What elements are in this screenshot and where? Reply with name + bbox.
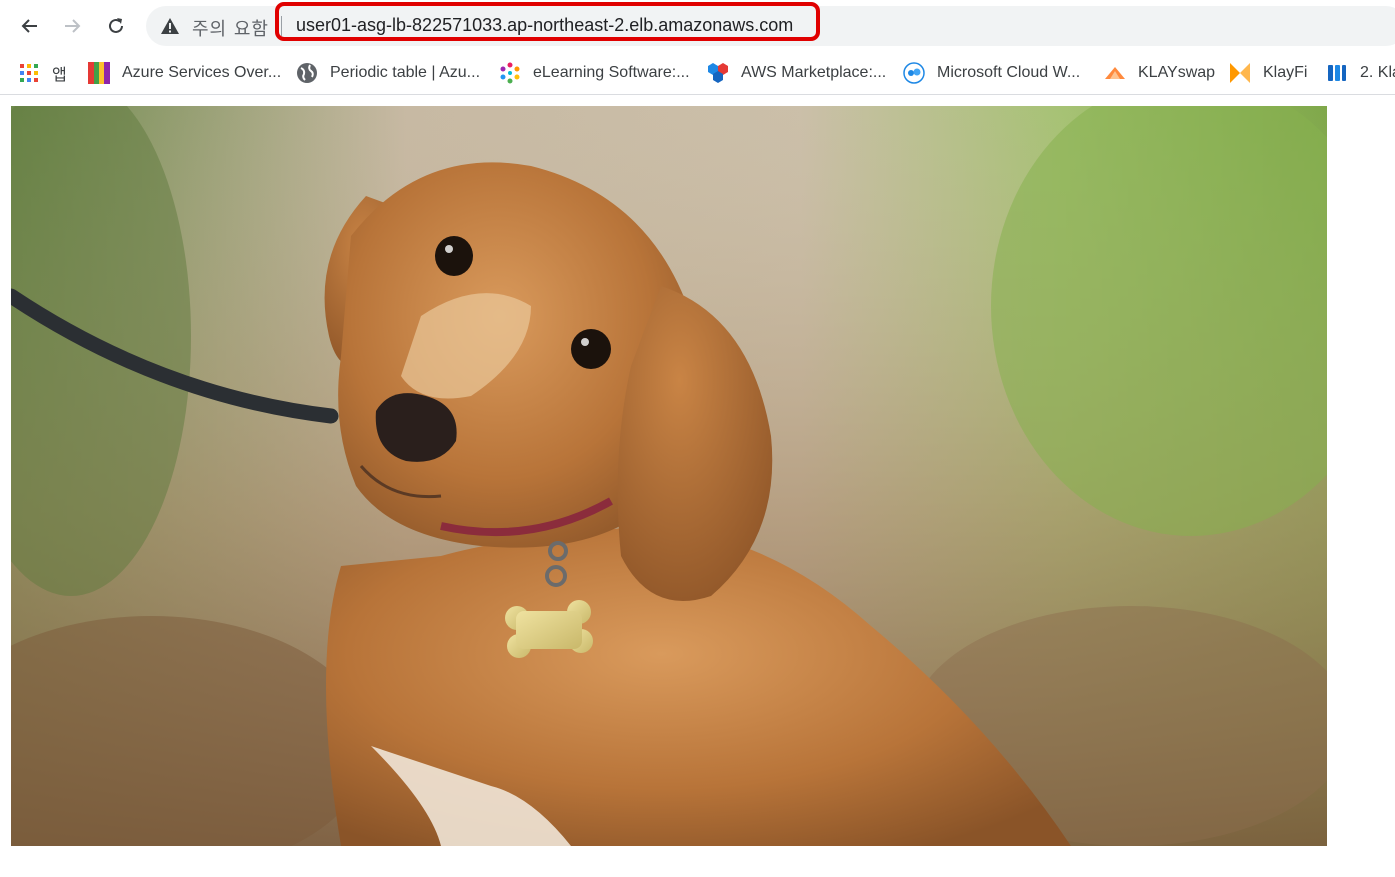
- aws-marketplace-icon: [707, 62, 729, 84]
- url-text[interactable]: user01-asg-lb-822571033.ap-northeast-2.e…: [296, 15, 793, 36]
- bookmark-label: KlayFi: [1263, 64, 1308, 81]
- bookmark-elearning[interactable]: eLearning Software:...: [499, 58, 690, 88]
- bookmark-aws-marketplace[interactable]: AWS Marketplace:...: [707, 58, 886, 88]
- reload-button[interactable]: [100, 10, 132, 42]
- bookmark-label: KLAYswap: [1138, 64, 1216, 81]
- reload-icon: [109, 18, 123, 33]
- forward-arrow-icon: [65, 19, 81, 33]
- klayfi-icon: [1229, 62, 1251, 84]
- bookmark-book-icon: [1326, 62, 1348, 84]
- bookmark-periodic-table[interactable]: Periodic table | Azu...: [296, 58, 480, 88]
- bookmark-apps[interactable]: 앱: [18, 58, 67, 88]
- elearning-icon: [499, 62, 521, 84]
- apps-grid-icon: [18, 62, 40, 84]
- warning-triangle-icon: [161, 18, 179, 34]
- security-warning-label[interactable]: 주의 요함: [192, 15, 269, 41]
- bookmark-label: Periodic table | Azu...: [330, 64, 481, 81]
- dog-photo-illustration: [11, 106, 1327, 846]
- bookmark-klayfi[interactable]: KlayFi: [1229, 58, 1307, 88]
- back-button[interactable]: [14, 10, 46, 42]
- bookmark-label: Microsoft Cloud W...: [937, 64, 1081, 81]
- klayswap-icon: [1104, 62, 1126, 84]
- bookmark-microsoft-cloud[interactable]: Microsoft Cloud W...: [903, 58, 1080, 88]
- bookmark-label: 앱: [52, 65, 67, 84]
- bookmark-label: AWS Marketplace:...: [741, 64, 887, 81]
- omnibox-divider: [281, 16, 282, 36]
- bookmark-azure-services[interactable]: Azure Services Over...: [88, 58, 281, 88]
- bookmarks-bar: 앱 Azure Services Over... Periodic table …: [0, 52, 1395, 95]
- azure-services-icon: [88, 62, 110, 84]
- bookmark-label: 2. Kla: [1360, 64, 1395, 81]
- forward-button[interactable]: [56, 10, 88, 42]
- back-arrow-icon: [21, 19, 37, 33]
- bookmark-book[interactable]: 2. Kla: [1326, 58, 1395, 88]
- bookmark-label: eLearning Software:...: [533, 64, 690, 81]
- microsoft-cloud-icon: [903, 62, 925, 84]
- address-bar[interactable]: 주의 요함 user01-asg-lb-822571033.ap-northea…: [146, 6, 1395, 46]
- globe-icon: [296, 62, 318, 84]
- bookmark-klayswap[interactable]: KLAYswap: [1104, 58, 1215, 88]
- browser-toolbar: 주의 요함 user01-asg-lb-822571033.ap-northea…: [0, 0, 1395, 52]
- bookmark-label: Azure Services Over...: [122, 64, 282, 81]
- dog-photo: [11, 106, 1327, 846]
